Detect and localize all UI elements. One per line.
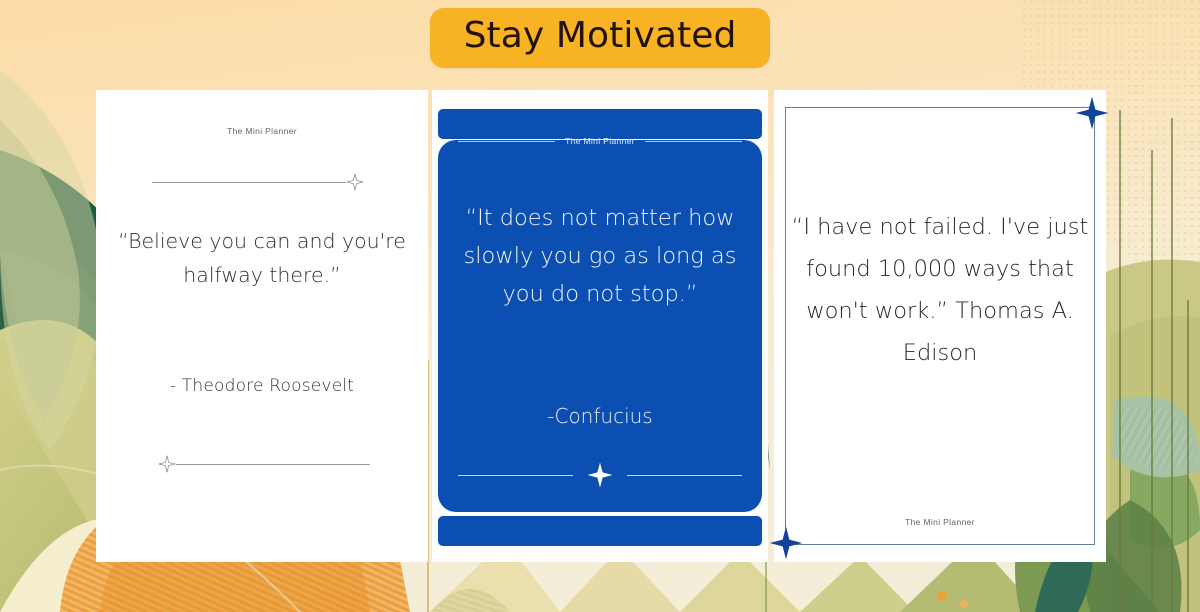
card-bottom-bar (438, 516, 762, 546)
divider-rule (644, 140, 743, 142)
divider-rule (627, 474, 742, 476)
quote-author: - Theodore Roosevelt (169, 376, 355, 396)
sparkle-icon (158, 455, 176, 473)
page-title: Stay Motivated (429, 8, 771, 68)
quote-author: -Confucius (547, 404, 653, 428)
divider-rule (458, 140, 556, 142)
quote-text: “Believe you can and you're halfway ther… (118, 229, 406, 287)
sparkle-icon (769, 526, 803, 560)
quote-text: “It does not matter how slowly you go as… (463, 205, 737, 307)
quote-text: “I have not failed. I've just found 10,0… (788, 206, 1092, 374)
quote-card-roosevelt[interactable]: The Mini Planner “Believe you can and yo… (96, 90, 428, 562)
card-brand-row: The Mini Planner (458, 134, 743, 148)
sparkle-icon (1075, 96, 1109, 130)
quote-card-confucius[interactable]: The Mini Planner “It does not matter how… (432, 90, 768, 562)
divider-rule (176, 463, 370, 465)
quote-card-edison[interactable]: “I have not failed. I've just found 10,0… (769, 90, 1109, 562)
sparkle-icon (346, 173, 364, 191)
sparkle-icon (587, 462, 613, 488)
card-brand-label: The Mini Planner (227, 126, 297, 136)
header-banner: Stay Motivated (0, 8, 1200, 68)
divider-rule (458, 474, 573, 476)
card-brand-label: The Mini Planner (565, 136, 635, 146)
quote-card-row: The Mini Planner “Believe you can and yo… (96, 90, 1109, 562)
divider-top (152, 173, 364, 191)
divider-bottom (158, 455, 370, 473)
divider-rule (152, 181, 346, 183)
card-blue-panel (438, 140, 762, 512)
divider-bottom (458, 462, 742, 488)
card-brand-label: The Mini Planner (905, 517, 975, 527)
